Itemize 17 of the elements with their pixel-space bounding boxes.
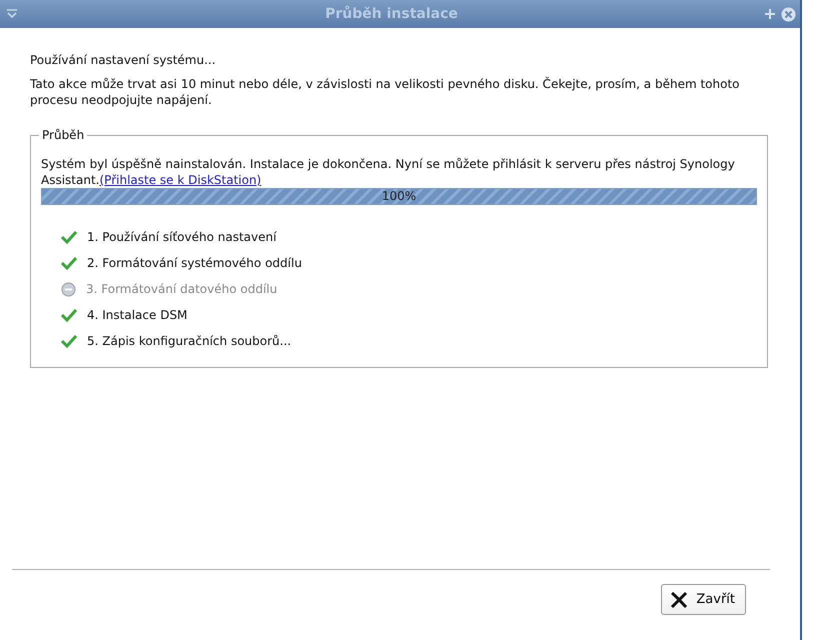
group-legend: Průběh — [39, 128, 88, 142]
success-message: Systém byl úspěšně nainstalován. Instalace je dokončena. Nyní se můžete přihlásit k serveru přes nástroj Synology Assistant.(Přihlaste se k DiskStation) — [41, 156, 736, 188]
close-icon — [670, 590, 688, 608]
description-text: Tato akce může trvat asi 10 minut nebo déle, v závislosti na velikosti pevného disku. Čekejte, prosím, a během tohoto procesu neodpojujte napájení. — [30, 76, 741, 108]
close-button[interactable]: Zavřít — [661, 584, 746, 615]
maximize-icon[interactable] — [765, 9, 775, 19]
step-label: 2. Formátování systémového oddílu — [87, 255, 302, 271]
status-heading: Používání nastavení systému... — [30, 52, 217, 68]
step-label: 5. Zápis konfiguračních souborů... — [87, 333, 292, 349]
menu-icon[interactable] — [6, 9, 18, 19]
step-label: 4. Instalace DSM — [87, 307, 188, 323]
window-title: Průběh instalace — [325, 6, 458, 22]
step-label: 1. Používání síťového nastavení — [87, 229, 276, 245]
progress-reading: 100% — [382, 189, 416, 203]
login-link[interactable]: (Přihlaste se k DiskStation) — [99, 173, 262, 187]
close-icon[interactable] — [781, 6, 796, 22]
step-label: 3. Formátování datového oddílu — [86, 281, 278, 297]
